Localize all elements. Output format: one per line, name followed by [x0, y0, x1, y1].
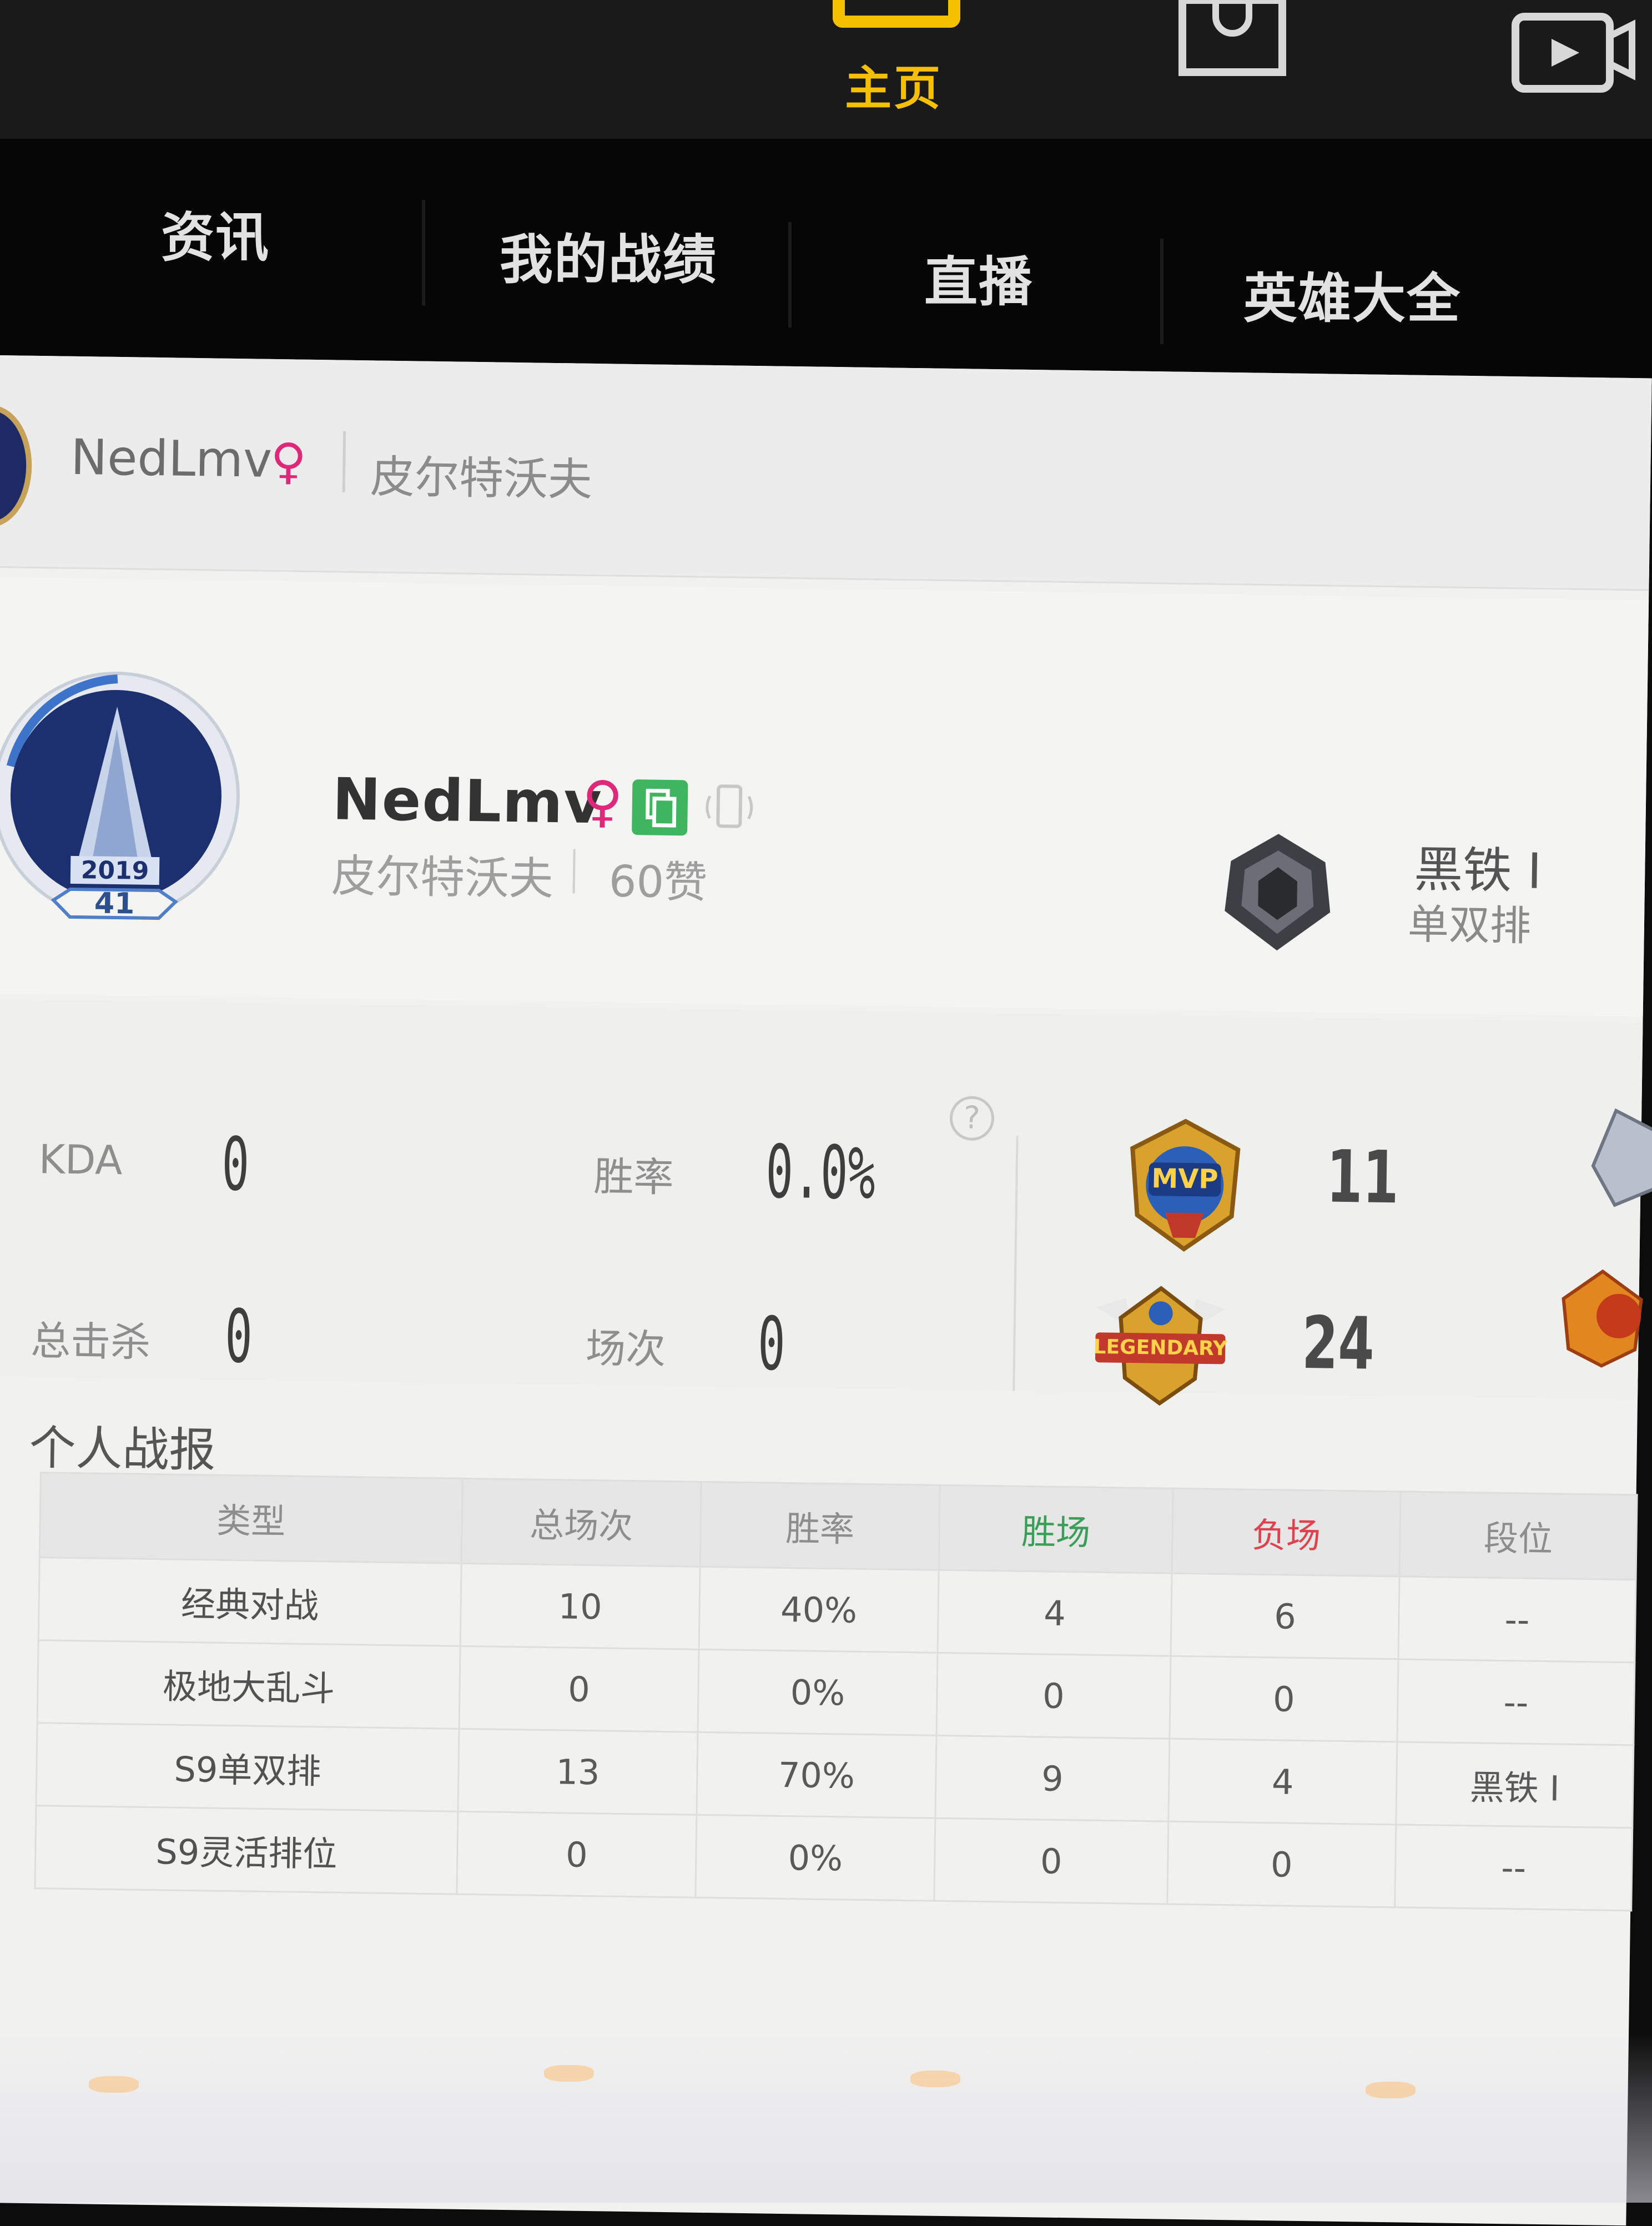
column-header-wins: 胜场 [939, 1485, 1173, 1574]
mobile-bind-icon[interactable] [698, 779, 760, 836]
profile-page: NedLmv ♀ 皮尔特沃夫 2019 41 NedLmv ♀ 皮尔特沃夫 60… [0, 355, 1652, 2226]
cell-type: S9灵活排位 [34, 1805, 458, 1895]
cell-losses: 0 [1167, 1821, 1396, 1907]
player-subheader: NedLmv ♀ 皮尔特沃夫 [0, 355, 1652, 591]
nav-divider [788, 222, 792, 328]
cell-type: S9单双排 [36, 1723, 460, 1812]
tab-heroes[interactable]: 英雄大全 [1243, 255, 1461, 333]
divider [1013, 1135, 1019, 1391]
cell-rank: 黑铁 I [1396, 1741, 1634, 1828]
top-bar: 主页 [0, 0, 1652, 139]
cell-winrate: 0% [697, 1649, 938, 1736]
iron-rank-icon [1225, 834, 1331, 951]
games-label: 场次 [585, 1324, 666, 1373]
cell-rank: -- [1394, 1824, 1633, 1911]
cell-total-games: 10 [460, 1563, 701, 1650]
likes-count: 60赞 [608, 857, 708, 908]
video-icon [1512, 13, 1635, 93]
column-header-type: 类型 [39, 1472, 463, 1564]
column-header-rank: 段位 [1399, 1491, 1638, 1580]
games-value: 0 [757, 1301, 786, 1387]
cell-wins: 0 [936, 1653, 1171, 1739]
subheader-player-name: NedLmv [70, 428, 273, 488]
shopping-bag-button[interactable] [1171, 0, 1293, 78]
level-badge-icon: 2019 41 [0, 671, 240, 920]
legendary-medal-icon: LEGENDARY [1093, 1286, 1228, 1406]
tab-live[interactable]: 直播 [924, 239, 1033, 316]
cell-wins: 9 [935, 1735, 1170, 1822]
player-name: NedLmv [332, 765, 603, 837]
female-icon: ♀ [270, 432, 307, 490]
battle-report-table: 类型 总场次 胜率 胜场 负场 段位 经典对战 10 40% 4 6 -- 极地… [34, 1472, 1638, 1911]
total-kills-value: 0 [224, 1293, 253, 1380]
cell-losses: 6 [1170, 1573, 1400, 1659]
report-title: 个人战报 [28, 1420, 216, 1478]
winrate-label: 胜率 [593, 1153, 674, 1201]
divider [572, 849, 576, 894]
legendary-badge-text: LEGENDARY [1093, 1336, 1228, 1360]
achievement-medal-icon [1562, 1269, 1643, 1368]
profile-card: 2019 41 NedLmv ♀ 皮尔特沃夫 60赞 黑铁 I 单双排 [0, 577, 1649, 1017]
nav-divider [422, 200, 425, 305]
tab-news[interactable]: 资讯 [161, 194, 270, 271]
cell-total-games: 0 [456, 1811, 697, 1898]
cell-wins: 4 [938, 1570, 1172, 1656]
mvp-medal-icon: MVP [1130, 1119, 1241, 1252]
column-header-winrate: 胜率 [700, 1482, 940, 1570]
cell-winrate: 0% [695, 1815, 935, 1901]
mvp-badge-text: MVP [1151, 1163, 1218, 1195]
cell-rank: -- [1398, 1576, 1636, 1663]
badge-year: 2019 [80, 856, 149, 885]
tab-my-record[interactable]: 我的战绩 [500, 216, 717, 294]
cell-total-games: 13 [457, 1729, 698, 1815]
video-button[interactable] [1499, 0, 1643, 100]
cell-rank: -- [1397, 1659, 1635, 1745]
mvp-count: 11 [1326, 1134, 1399, 1220]
glare-spot [1366, 2082, 1416, 2098]
winrate-value: 0.0% [765, 1129, 876, 1217]
column-header-losses: 负场 [1172, 1488, 1401, 1577]
cell-wins: 0 [934, 1818, 1169, 1905]
home-tab[interactable]: 主页 [799, 0, 988, 139]
female-icon: ♀ [582, 768, 623, 834]
kda-label: KDA [38, 1136, 123, 1184]
avatar[interactable] [0, 404, 33, 528]
kda-value: 0 [221, 1121, 250, 1208]
legendary-count: 24 [1301, 1300, 1375, 1386]
stats-panel: KDA 0 胜率 0.0% ? 总击杀 0 场次 0 MVP 11 LEGEND… [0, 999, 1652, 1406]
player-server: 皮尔特沃夫 [331, 850, 554, 905]
rank-queue: 单双排 [1407, 900, 1532, 950]
help-icon[interactable]: ? [949, 1096, 995, 1141]
column-header-total-games: 总场次 [461, 1478, 702, 1567]
cell-type: 经典对战 [38, 1557, 462, 1646]
home-label: 主页 [844, 61, 943, 115]
shopping-bag-icon [1178, 0, 1286, 76]
glare-spot [89, 2076, 139, 2093]
home-icon [833, 0, 960, 28]
subheader-server: 皮尔特沃夫 [370, 451, 593, 506]
cell-type: 极地大乱斗 [37, 1640, 461, 1729]
total-kills-label: 总击杀 [30, 1317, 151, 1366]
screen-glare [0, 2032, 1652, 2203]
achievement-medal-icon [1591, 1108, 1652, 1207]
cell-winrate: 40% [699, 1567, 939, 1653]
badge-level: 41 [94, 887, 135, 920]
main-nav: 资讯 我的战绩 直播 英雄大全 [0, 139, 1652, 377]
glare-spot [910, 2071, 960, 2087]
glare-spot [544, 2065, 594, 2082]
nav-divider [1160, 239, 1164, 344]
copy-icon[interactable] [632, 779, 688, 836]
divider [342, 431, 346, 492]
cell-losses: 4 [1168, 1739, 1397, 1825]
cell-losses: 0 [1169, 1656, 1398, 1742]
cell-winrate: 70% [696, 1732, 936, 1819]
cell-total-games: 0 [459, 1646, 699, 1733]
